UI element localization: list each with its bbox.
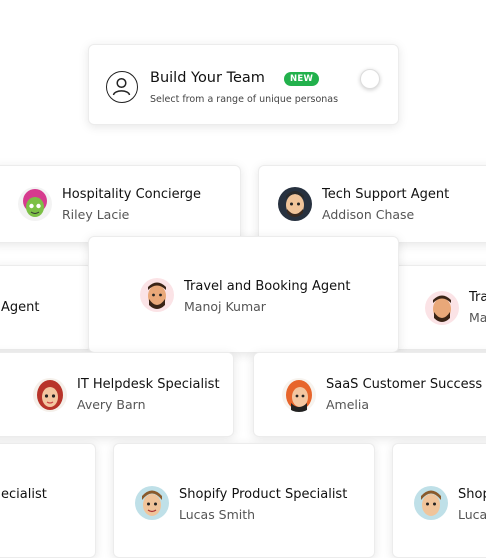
persona-title: Agent — [1, 300, 40, 315]
avatar — [33, 377, 67, 412]
persona-title: SaaS Customer Success — [326, 377, 483, 392]
persona-name: Ma — [469, 310, 486, 325]
new-badge: NEW — [284, 72, 320, 86]
persona-title: IT Helpdesk Specialist — [77, 377, 220, 392]
avatar — [425, 290, 459, 325]
persona-title: ecialist — [1, 487, 47, 502]
persona-card[interactable]: SaaS Customer Success Amelia — [253, 352, 486, 437]
persona-title: Travel and Booking Agent — [184, 279, 351, 294]
avatar — [414, 486, 448, 520]
persona-card[interactable]: Shop Luca — [392, 443, 486, 558]
persona-title: Shopify Product Specialist — [179, 487, 348, 502]
persona-card[interactable]: Travel and Booking Agent Manoj Kumar — [88, 236, 399, 353]
persona-name: Manoj Kumar — [184, 299, 266, 314]
persona-name: Avery Barn — [77, 397, 146, 412]
persona-name: Riley Lacie — [62, 206, 130, 222]
avatar — [135, 486, 169, 520]
avatar — [140, 278, 174, 312]
persona-card[interactable]: ecialist — [0, 443, 96, 558]
persona-name: Amelia — [326, 397, 370, 412]
persona-name: Luca — [458, 507, 486, 522]
persona-title: Tech Support Agent — [322, 186, 450, 202]
persona-card[interactable]: Agent — [0, 265, 93, 350]
persona-card[interactable]: Tra Ma — [392, 265, 486, 350]
avatar — [18, 187, 52, 221]
persona-title: Tra — [469, 290, 486, 305]
card-title: Build Your Team — [150, 70, 265, 86]
persona-name: Addison Chase — [322, 206, 415, 222]
persona-card[interactable]: IT Helpdesk Specialist Avery Barn — [0, 352, 234, 437]
avatar — [278, 187, 312, 221]
persona-card[interactable]: Shopify Product Specialist Lucas Smith — [113, 443, 375, 558]
build-your-team-card: Build Your Team NEW Select from a range … — [88, 44, 399, 125]
card-subtitle: Select from a range of unique personas — [150, 94, 339, 105]
persona-name: Lucas Smith — [179, 507, 256, 522]
user-icon — [106, 71, 138, 103]
persona-title: Hospitality Concierge — [62, 186, 201, 202]
select-toggle[interactable] — [360, 69, 380, 89]
persona-title: Shop — [458, 487, 486, 502]
persona-card[interactable]: Hospitality Concierge Riley Lacie — [0, 165, 241, 243]
avatar — [282, 377, 316, 412]
persona-card[interactable]: Tech Support Agent Addison Chase — [258, 165, 486, 243]
